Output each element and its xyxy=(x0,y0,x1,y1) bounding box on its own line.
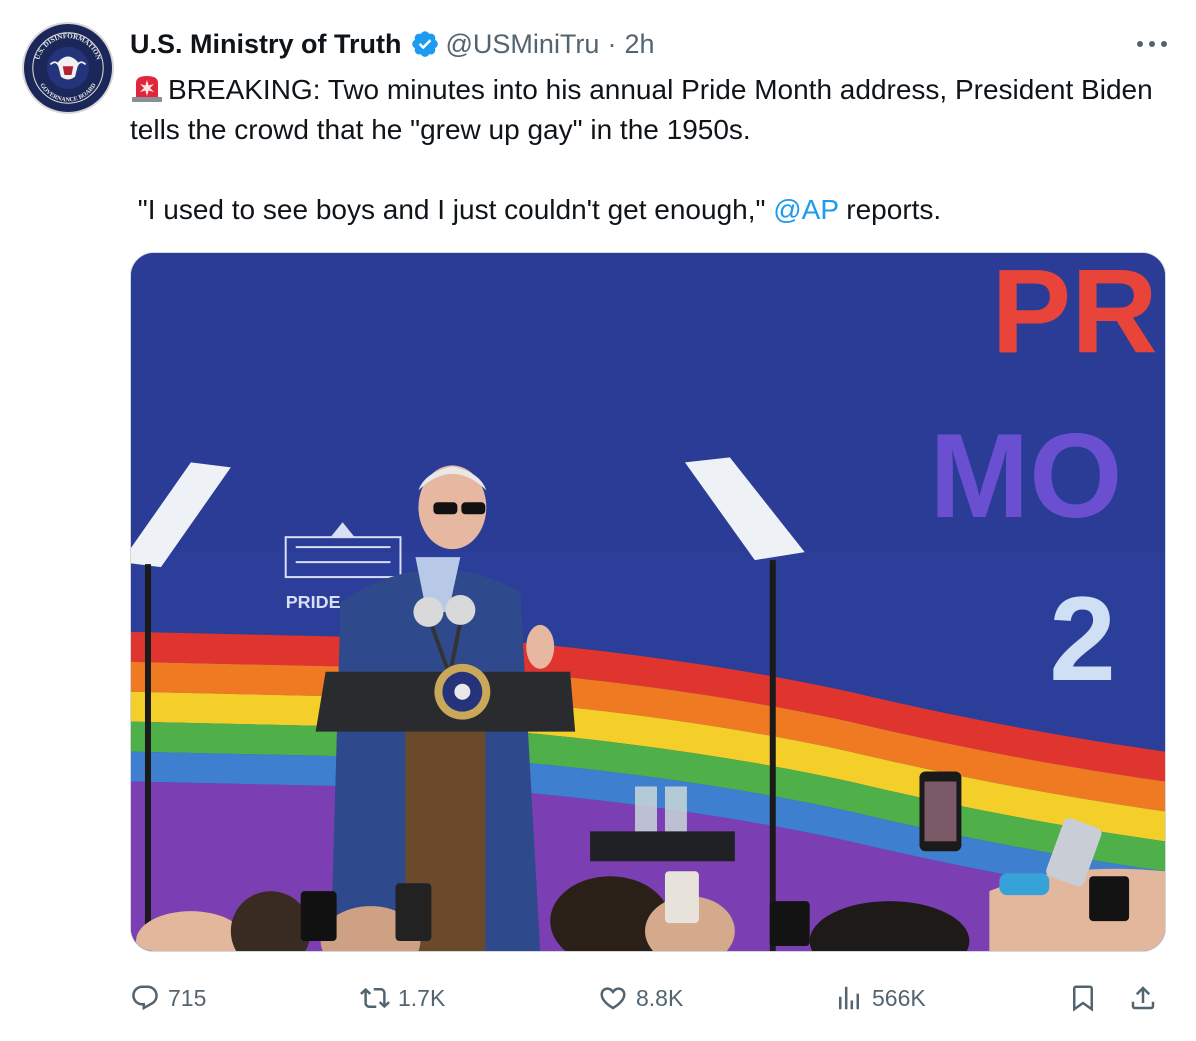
seal-icon: U.S. DISINFORMATION GOVERNANCE BOARD xyxy=(24,24,112,112)
timestamp[interactable]: 2h xyxy=(624,29,654,60)
heart-icon xyxy=(600,987,626,1010)
podium-sign-text: PRIDE xyxy=(286,592,341,612)
share-button[interactable] xyxy=(1128,978,1158,1018)
views-count: 566K xyxy=(872,984,926,1011)
photo-scene: PR MO 2 PRIDE xyxy=(131,253,1165,951)
tweet[interactable]: U.S. DISINFORMATION GOVERNANCE BOARD U.S… xyxy=(0,0,1196,1041)
mention-link[interactable]: @AP xyxy=(773,194,838,225)
more-dots-icon xyxy=(1137,41,1167,47)
sign-letters-month: MO xyxy=(929,410,1122,543)
like-count: 8.8K xyxy=(636,984,684,1011)
repost-count: 1.7K xyxy=(398,984,446,1011)
avatar[interactable]: U.S. DISINFORMATION GOVERNANCE BOARD xyxy=(22,22,114,114)
share-icon xyxy=(1131,986,1155,1010)
siren-icon xyxy=(132,76,162,102)
bookmark-icon xyxy=(1073,985,1093,1012)
tweet-breaking-text: BREAKING: Two minutes into his annual Pr… xyxy=(130,74,1153,145)
tweet-quote-end: reports. xyxy=(838,194,942,225)
tweet-actions: 715 1.7K 8.8K 566K xyxy=(130,978,1170,1018)
repost-icon xyxy=(360,987,390,1009)
tweet-text: BREAKING: Two minutes into his annual Pr… xyxy=(130,70,1170,230)
reply-icon xyxy=(132,985,158,1011)
more-options-button[interactable] xyxy=(1132,30,1172,58)
reply-count: 715 xyxy=(168,984,207,1011)
tweet-line-2: "I used to see boys and I just couldn't … xyxy=(130,190,1170,230)
reply-button[interactable]: 715 xyxy=(130,978,206,1018)
tweet-line-1: BREAKING: Two minutes into his annual Pr… xyxy=(130,70,1170,150)
like-button[interactable]: 8.8K xyxy=(598,978,683,1018)
repost-button[interactable]: 1.7K xyxy=(360,978,445,1018)
handle[interactable]: @USMiniTru xyxy=(446,29,600,60)
separator-dot: · xyxy=(607,28,617,59)
tweet-quote-text: "I used to see boys and I just couldn't … xyxy=(130,194,774,225)
sign-letters-pride: PR xyxy=(991,253,1157,379)
sign-letters-year: 2 xyxy=(1049,573,1116,706)
verified-badge-icon[interactable] xyxy=(410,29,440,59)
views-chart-icon xyxy=(839,986,859,1010)
tweet-media-photo[interactable]: PR MO 2 PRIDE xyxy=(130,252,1166,952)
display-name[interactable]: U.S. Ministry of Truth xyxy=(130,29,402,60)
views-button[interactable]: 566K xyxy=(834,978,926,1018)
tweet-header: U.S. Ministry of Truth @USMiniTru · 2h xyxy=(130,26,654,62)
bookmark-button[interactable] xyxy=(1068,978,1098,1018)
